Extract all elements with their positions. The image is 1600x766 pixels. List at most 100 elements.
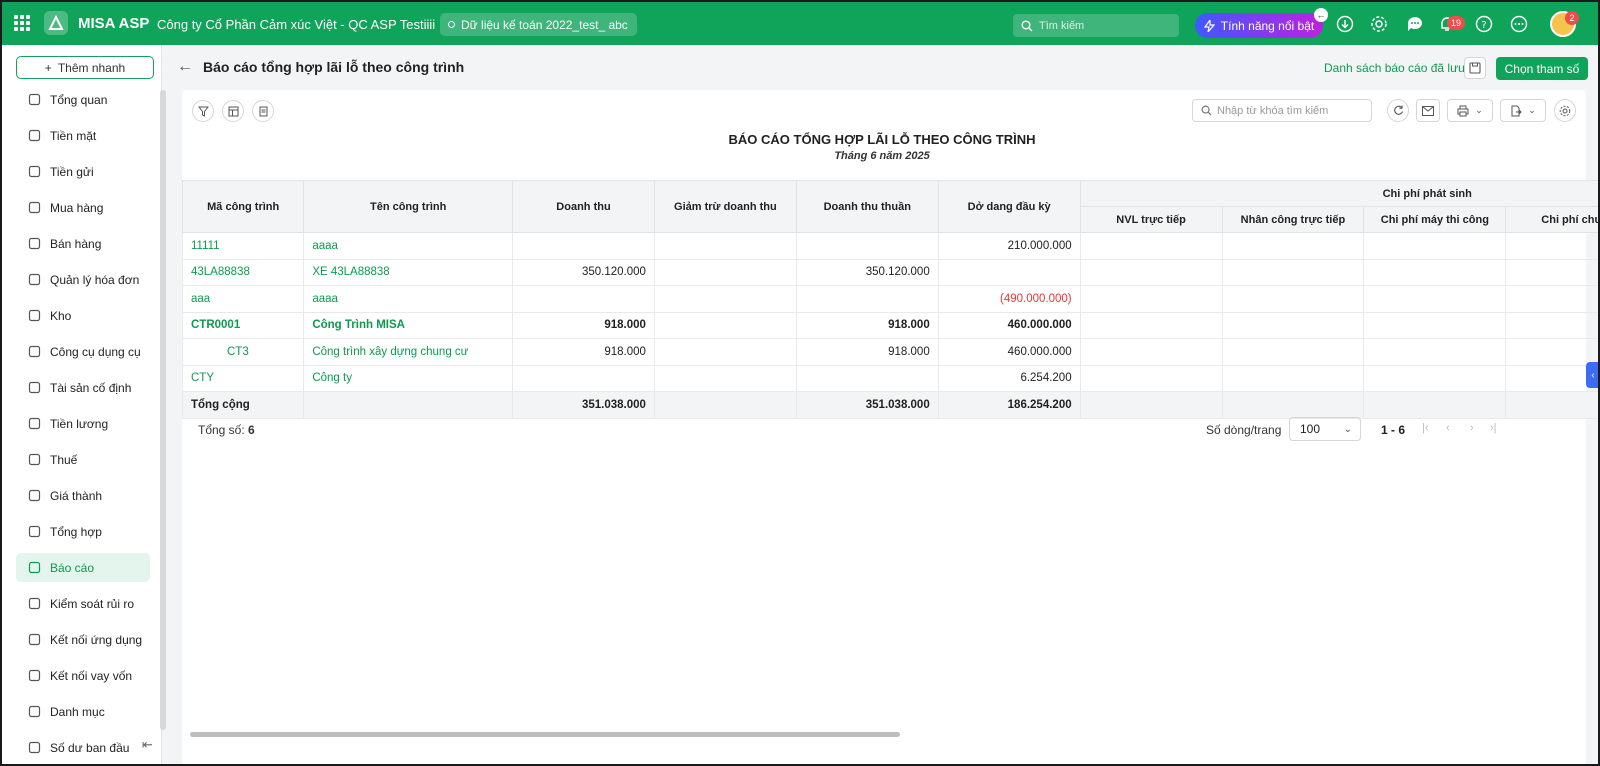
more-icon[interactable] — [1510, 15, 1528, 33]
company-name[interactable]: Công ty Cổ Phần Cảm xúc Việt - QC ASP Te… — [157, 17, 435, 32]
chat-icon[interactable] — [1406, 15, 1424, 33]
cell-name[interactable]: aaaa — [303, 232, 514, 260]
report-search-input[interactable]: Nhập từ khóa tìm kiếm — [1192, 99, 1372, 122]
sidebar-item-warehouse[interactable]: Kho — [16, 301, 150, 330]
sidebar-item-tax[interactable]: Thuế — [16, 445, 150, 474]
cell-code[interactable]: CT3 — [181, 338, 305, 366]
email-icon[interactable] — [1416, 99, 1440, 122]
back-arrow-icon[interactable]: ← — [1314, 8, 1328, 22]
cell-name[interactable]: Công trình xây dựng chung cư — [303, 338, 514, 366]
scrollbar-thumb[interactable] — [190, 732, 900, 737]
cell-code[interactable]: 11111 — [181, 232, 305, 260]
sidebar-item-label: Tiền lương — [50, 416, 109, 431]
gear-icon[interactable] — [1554, 99, 1576, 122]
sidebar-scrollbar[interactable] — [160, 90, 166, 730]
table-row[interactable]: 43LA88838 XE 43LA88838 350.120.000 350.120.… — [181, 258, 1598, 286]
cell-name[interactable]: Công Trình MISA — [303, 311, 514, 339]
column-header-general[interactable]: Chi phí chu — [1505, 206, 1598, 233]
sidebar-item-dashboard[interactable]: Tổng quan — [16, 85, 150, 114]
shopping-bag-icon — [27, 201, 41, 215]
sidebar-item-payroll[interactable]: Tiền lương — [16, 409, 150, 438]
save-report-icon[interactable] — [1464, 57, 1486, 79]
sidebar-item-loan[interactable]: Kết nối vay vốn — [16, 661, 150, 690]
next-page-icon[interactable]: › — [1470, 422, 1474, 434]
cell-name[interactable]: XE 43LA88838 — [303, 258, 514, 286]
table-row[interactable]: CTR0001 Công Trình MISA 918.000 918.000 460.… — [181, 311, 1598, 339]
cell-labor — [1221, 285, 1365, 313]
sidebar-item-cash[interactable]: Tiền mặt — [16, 121, 150, 150]
collapse-sidebar-icon[interactable]: ⇤ — [142, 737, 160, 755]
cell-name[interactable]: Công ty — [303, 364, 514, 392]
document-icon[interactable] — [252, 100, 274, 122]
last-page-icon[interactable]: ›| — [1490, 422, 1497, 434]
cell-labor — [1221, 338, 1365, 366]
sidebar-item-plug[interactable]: Kết nối ứng dụng — [16, 625, 150, 654]
cell-code[interactable]: CTY — [181, 364, 305, 392]
sidebar-item-tools[interactable]: Công cụ dụng cụ — [16, 337, 150, 366]
column-header-net-revenue[interactable]: Doanh thu thuần — [795, 180, 939, 233]
featured-features-button[interactable]: Tính năng nổi bật ← — [1195, 8, 1328, 38]
table-row[interactable]: aaa aaaa (490.000.000) — [181, 285, 1598, 313]
sidebar-item-summary[interactable]: Tổng hợp — [16, 517, 150, 546]
cell-code[interactable]: CTR0001 — [181, 311, 305, 339]
sidebar-item-car[interactable]: Tài sản cố định — [16, 373, 150, 402]
global-search-input[interactable]: Tìm kiếm — [1013, 14, 1179, 37]
database-selector[interactable]: Dữ liệu kế toán 2022_test_ abc — [440, 13, 637, 36]
cell-code[interactable]: 43LA88838 — [181, 258, 305, 286]
refresh-icon[interactable] — [1387, 99, 1409, 122]
table-row[interactable]: CTY Công ty 6.254.200 — [181, 364, 1598, 392]
rows-per-page-value: 100 — [1300, 422, 1321, 436]
help-icon[interactable]: ? — [1475, 15, 1493, 33]
sidebar-item-risk[interactable]: Kiểm soát rủi ro — [16, 589, 150, 618]
cell-material — [1079, 232, 1223, 260]
column-header-name[interactable]: Tên công trình — [303, 180, 514, 233]
table-layout-icon[interactable] — [222, 100, 244, 122]
record-count-value: 6 — [248, 423, 255, 437]
cell-name[interactable]: aaaa — [303, 285, 514, 313]
sidebar-item-label: Kết nối ứng dụng — [50, 632, 143, 647]
total-revenue: 351.038.000 — [512, 391, 655, 419]
cell-material — [1079, 285, 1223, 313]
apps-grid-icon[interactable] — [14, 15, 30, 31]
column-header-material[interactable]: NVL trực tiếp — [1079, 206, 1223, 233]
column-header-code[interactable]: Mã công trình — [181, 180, 305, 233]
first-page-icon[interactable]: |‹ — [1422, 422, 1429, 434]
app-window: MISA ASP Công ty Cổ Phần Cảm xúc Việt - … — [0, 0, 1600, 766]
expand-panel-icon[interactable]: ‹ — [1586, 362, 1598, 388]
cell-wip-opening: 210.000.000 — [937, 232, 1081, 260]
sidebar-item-list[interactable]: Danh mục — [16, 697, 150, 726]
quick-add-button[interactable]: + Thêm nhanh — [16, 56, 154, 79]
column-header-deduction[interactable]: Giảm trừ doanh thu — [653, 180, 797, 233]
sidebar-item-cost[interactable]: Giá thành — [16, 481, 150, 510]
prev-page-icon[interactable]: ‹ — [1446, 422, 1450, 434]
gear-icon[interactable] — [1370, 15, 1388, 33]
cell-code[interactable]: aaa — [181, 285, 305, 313]
column-header-wip-opening[interactable]: Dở dang đầu kỳ — [937, 180, 1081, 233]
sidebar-item-bank[interactable]: Tiền gửi — [16, 157, 150, 186]
sidebar-item-invoice[interactable]: Quản lý hóa đơn — [16, 265, 150, 294]
sidebar-item-balance[interactable]: Số dư ban đầu — [16, 733, 150, 762]
download-icon[interactable] — [1336, 15, 1354, 33]
sidebar-item-report[interactable]: Báo cáo — [16, 553, 150, 582]
back-arrow-icon[interactable]: ← — [177, 58, 193, 76]
total-row: Tổng cộng 351.038.000 351.038.000 186.25… — [181, 391, 1598, 419]
column-header-machine[interactable]: Chi phí máy thi công — [1363, 206, 1507, 233]
horizontal-scrollbar[interactable] — [182, 730, 1582, 740]
report-table: Mã công trình Tên công trình Doanh thu G… — [181, 180, 1598, 419]
rows-per-page-select[interactable]: 100 ⌄ — [1289, 417, 1361, 441]
column-header-revenue[interactable]: Doanh thu — [512, 180, 655, 233]
sidebar-item-cart[interactable]: Bán hàng — [16, 229, 150, 258]
sidebar-item-shopping-bag[interactable]: Mua hàng — [16, 193, 150, 222]
total-net-revenue: 351.038.000 — [795, 391, 939, 419]
filter-icon[interactable] — [192, 100, 214, 122]
print-button[interactable]: ⌄ — [1447, 99, 1493, 122]
total-label: Tổng cộng — [181, 391, 305, 419]
column-header-labor[interactable]: Nhân công trực tiếp — [1221, 206, 1365, 233]
cell-material — [1079, 311, 1223, 339]
chevron-down-icon: ⌄ — [1528, 105, 1536, 115]
table-row[interactable]: CT3 Công trình xây dựng chung cư 918.000 91… — [181, 338, 1598, 366]
table-row[interactable]: 11111 aaaa 210.000.000 — [181, 232, 1598, 260]
export-button[interactable]: ⌄ — [1500, 99, 1546, 122]
saved-reports-link[interactable]: Danh sách báo cáo đã lưu — [1324, 61, 1465, 75]
choose-params-button[interactable]: Chọn tham số — [1496, 57, 1588, 80]
